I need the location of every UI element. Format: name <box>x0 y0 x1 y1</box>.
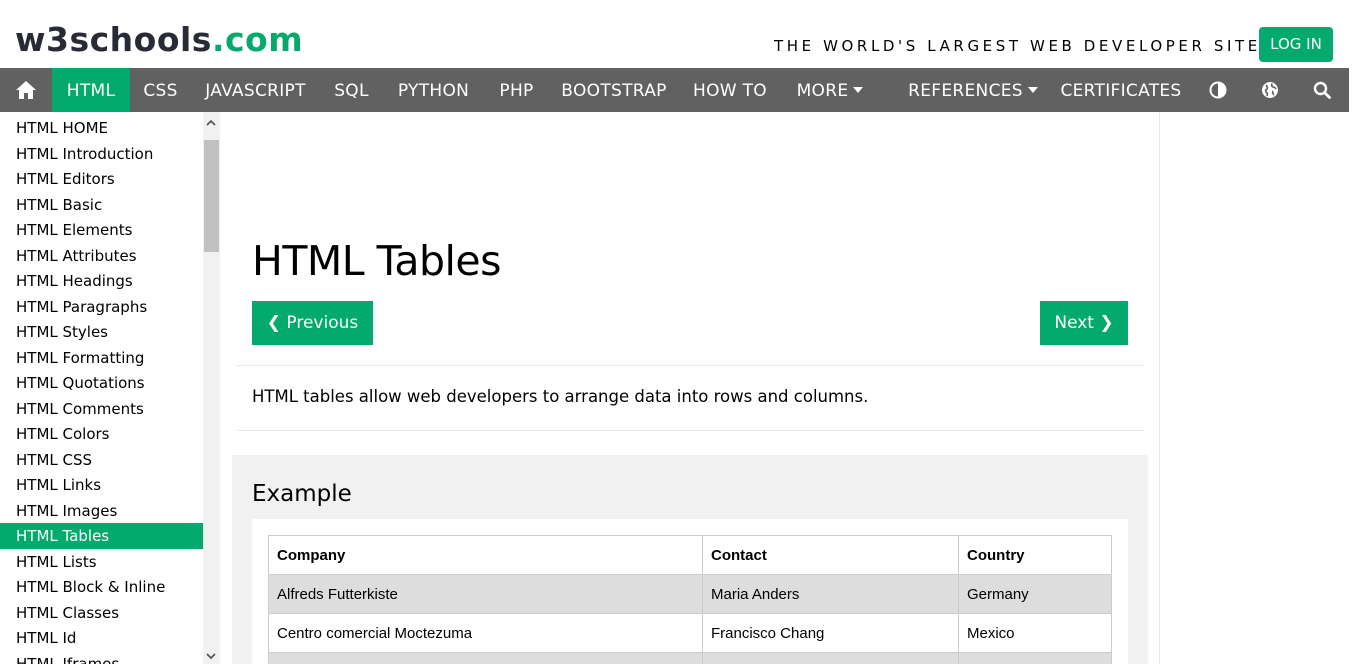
page-title: HTML Tables <box>252 237 502 285</box>
table-cell: Mexico <box>958 613 1112 653</box>
sidebar-item[interactable]: HTML Editors <box>0 166 203 192</box>
nav-item-php[interactable]: PHP <box>484 68 549 112</box>
sidebar-item[interactable]: HTML Images <box>0 498 203 524</box>
nav-item-more[interactable]: MORE <box>781 68 879 112</box>
sidebar-item[interactable]: HTML HOME <box>0 115 203 141</box>
nav-more-label: MORE <box>796 81 849 101</box>
nav-item-html[interactable]: HTML <box>52 68 130 112</box>
table-cell: Germany <box>958 574 1112 614</box>
sidebar-item[interactable]: HTML CSS <box>0 447 203 473</box>
divider <box>236 430 1144 431</box>
nav-item-howto[interactable]: HOW TO <box>679 68 781 112</box>
sidebar-scroll-thumb[interactable] <box>204 140 219 252</box>
intro-paragraph: HTML tables allow web developers to arra… <box>252 387 869 406</box>
sidebar-item[interactable]: HTML Classes <box>0 600 203 626</box>
nav-item-javascript[interactable]: JAVASCRIPT <box>191 68 320 112</box>
sidebar-item-active[interactable]: HTML Tables <box>0 523 203 549</box>
nav-item-certificates[interactable]: CERTIFICATES <box>1050 68 1192 112</box>
sidebar-item[interactable]: HTML Iframes <box>0 651 203 664</box>
table-header-row: Company Contact Country <box>268 535 1112 575</box>
nav-item-sql[interactable]: SQL <box>320 68 383 112</box>
table-cell: Centro comercial Moctezuma <box>268 613 703 653</box>
scroll-down-icon[interactable] <box>206 651 216 661</box>
sidebar-item[interactable]: HTML Introduction <box>0 141 203 167</box>
sidebar-item[interactable]: HTML Paragraphs <box>0 294 203 320</box>
example-table: Company Contact Country Alfreds Futterki… <box>268 535 1112 664</box>
table-cell <box>958 652 1112 664</box>
sidebar-item[interactable]: HTML Elements <box>0 217 203 243</box>
nav-references-label: REFERENCES <box>908 81 1023 101</box>
right-column <box>1161 112 1366 664</box>
globe-icon[interactable] <box>1252 68 1288 112</box>
sidebar-item[interactable]: HTML Attributes <box>0 243 203 269</box>
sidebar-menu: HTML HOME HTML Introduction HTML Editors… <box>0 112 220 664</box>
example-box: Example Company Contact Country Alfreds … <box>232 455 1148 664</box>
sidebar-item[interactable]: HTML Formatting <box>0 345 203 371</box>
sidebar-item[interactable]: HTML Links <box>0 472 203 498</box>
divider <box>236 365 1144 366</box>
caret-down-icon <box>1027 87 1038 93</box>
sidebar-item[interactable]: HTML Basic <box>0 192 203 218</box>
table-row <box>268 652 1112 664</box>
table-header: Company <box>268 535 703 575</box>
table-header: Contact <box>702 535 959 575</box>
table-header: Country <box>958 535 1112 575</box>
top-navigation: HTML CSS JAVASCRIPT SQL PYTHON PHP BOOTS… <box>0 68 1349 112</box>
sidebar-item[interactable]: HTML Block & Inline <box>0 574 203 600</box>
sidebar-item[interactable]: HTML Lists <box>0 549 203 575</box>
sidebar-item[interactable]: HTML Comments <box>0 396 203 422</box>
example-heading: Example <box>252 481 352 507</box>
search-icon[interactable] <box>1304 68 1340 112</box>
table-row: Centro comercial Moctezuma Francisco Cha… <box>268 613 1112 653</box>
nav-item-css[interactable]: CSS <box>130 68 191 112</box>
table-row: Alfreds Futterkiste Maria Anders Germany <box>268 574 1112 614</box>
sidebar-item[interactable]: HTML Headings <box>0 268 203 294</box>
contrast-icon[interactable] <box>1200 68 1236 112</box>
table-cell <box>268 652 703 664</box>
scroll-up-icon[interactable] <box>206 118 216 128</box>
previous-button[interactable]: ❮ Previous <box>252 301 373 345</box>
site-logo[interactable]: w3schools.com <box>15 20 303 60</box>
table-cell: Francisco Chang <box>702 613 959 653</box>
nav-item-references[interactable]: REFERENCES <box>898 68 1048 112</box>
table-cell: Maria Anders <box>702 574 959 614</box>
table-cell: Alfreds Futterkiste <box>268 574 703 614</box>
login-button[interactable]: LOG IN <box>1259 27 1333 62</box>
home-icon[interactable] <box>0 68 52 112</box>
example-output: Company Contact Country Alfreds Futterki… <box>252 519 1128 664</box>
sidebar-item[interactable]: HTML Styles <box>0 319 203 345</box>
nav-item-python[interactable]: PYTHON <box>383 68 484 112</box>
main-content: HTML Tables ❮ Previous Next ❯ HTML table… <box>220 112 1160 664</box>
top-header: w3schools.com THE WORLD'S LARGEST WEB DE… <box>0 0 1366 68</box>
nav-item-bootstrap[interactable]: BOOTSTRAP <box>549 68 679 112</box>
site-tagline: THE WORLD'S LARGEST WEB DEVELOPER SITE <box>774 37 1261 55</box>
next-button[interactable]: Next ❯ <box>1040 301 1128 345</box>
table-cell <box>702 652 959 664</box>
sidebar-item[interactable]: HTML Id <box>0 625 203 651</box>
logo-suffix: .com <box>211 20 304 59</box>
logo-text: w3schools <box>15 20 212 59</box>
caret-down-icon <box>853 87 864 93</box>
sidebar-item[interactable]: HTML Quotations <box>0 370 203 396</box>
sidebar-item[interactable]: HTML Colors <box>0 421 203 447</box>
